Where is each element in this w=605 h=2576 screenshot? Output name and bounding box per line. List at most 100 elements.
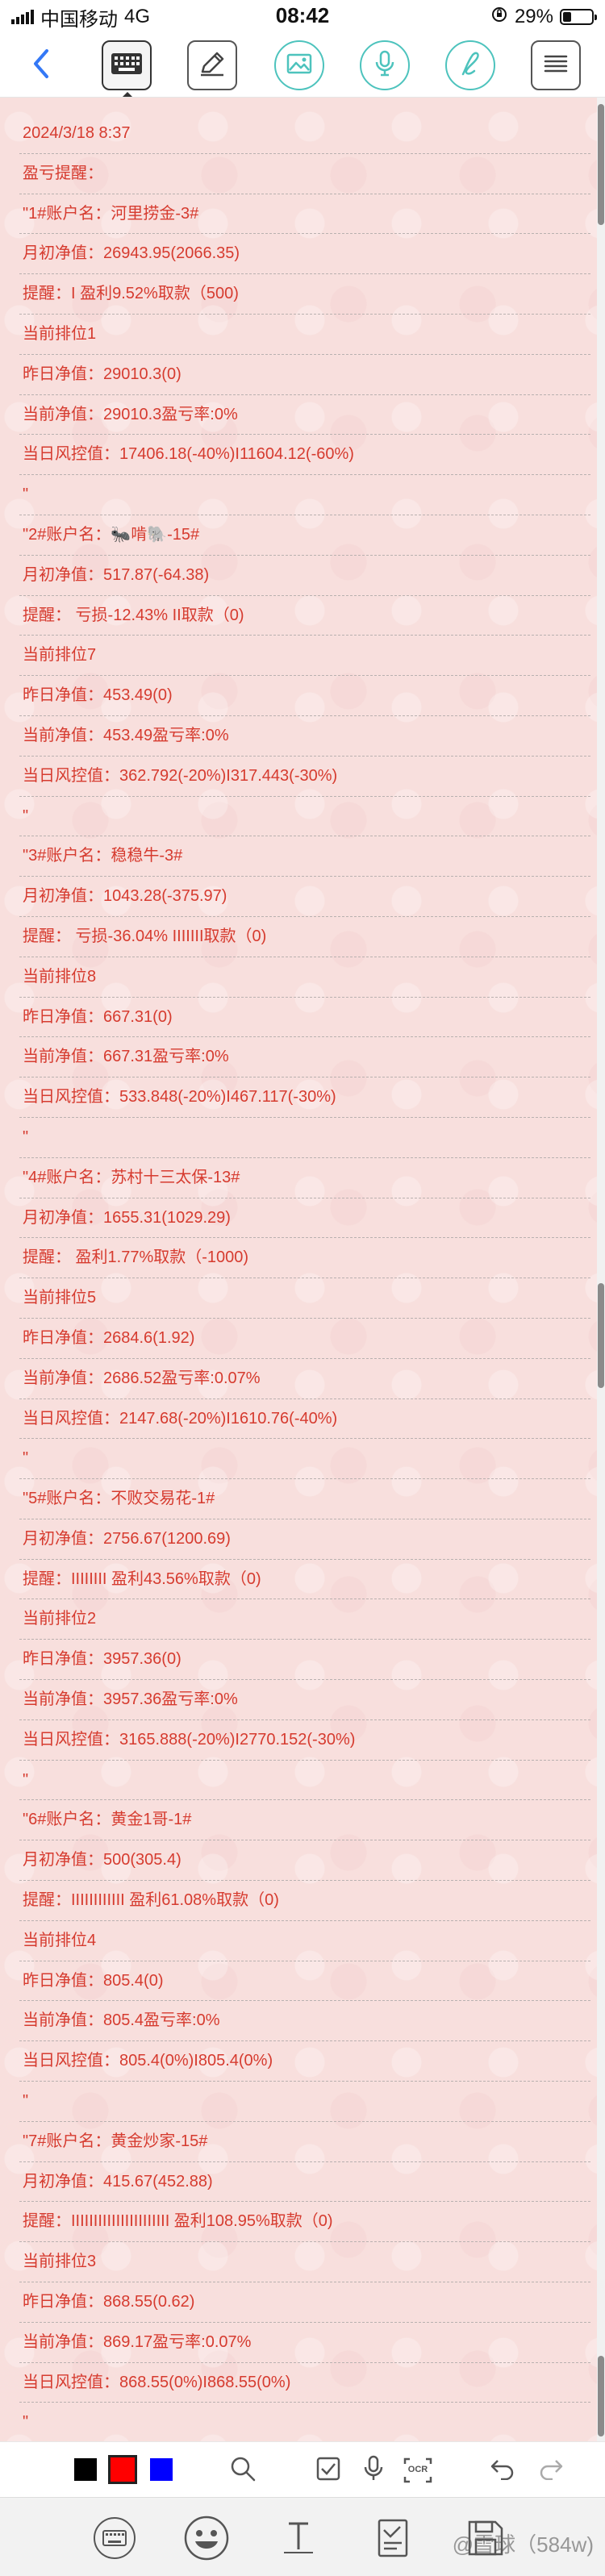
image-icon [286,53,312,78]
note-page[interactable]: 2024/3/18 8:37 盈亏提醒： "1#账户名：河里捞金-3# 月初净值：26… [0,98,597,2444]
text-format-icon [277,2517,319,2563]
status-bar: 中国移动 4G 08:42 29% [0,0,605,34]
note-line: 当前排位8 [19,957,590,998]
note-line: 当前净值：3957.36盈亏率:0% [19,1680,590,1720]
scrollbar-thumb-bottom[interactable] [598,2356,604,2436]
undo-button[interactable] [487,2455,518,2486]
ocr-icon: OCR [403,2457,432,2483]
emoji-icon [184,2516,229,2565]
note-line: 提醒：IIIIIIIIIIIIIIIIIIIIII 盈利108.95%取款（0) [19,2202,590,2243]
back-icon [29,48,53,84]
note-line: 当前排位1 [19,315,590,355]
note-line: 当前净值：29010.3盈亏率:0% [19,395,590,436]
search-icon [229,2455,257,2486]
note-line: 当前净值：805.4盈亏率:0% [19,2001,590,2042]
note-line: 当日风控值：17406.18(-40%)I11604.12(-60%) [19,435,590,476]
note-line: 提醒： 亏损-12.43% II取款（0) [19,596,590,636]
note-line: 月初净值：1043.28(-375.97) [19,877,590,917]
note-line: " [19,1439,590,1480]
color-swatch-red[interactable] [108,2455,137,2484]
scrollbar-thumb-secondary[interactable] [598,1283,604,1388]
note-line: 当前排位7 [19,636,590,677]
battery-percent: 29% [514,6,553,27]
note-line: " [19,1118,590,1158]
color-swatch-black[interactable] [74,2458,97,2481]
status-right: 29% [490,5,597,29]
orientation-lock-icon [490,6,508,29]
note-line: 当日风控值：533.848(-20%)I467.117(-30%) [19,1078,590,1118]
scrollbar-thumb[interactable] [598,104,604,225]
note-line: 当前排位3 [19,2242,590,2283]
color-swatch-blue[interactable] [150,2458,173,2481]
redo-icon [538,2457,564,2484]
note-line: "1#账户名：河里捞金-3# [19,194,590,235]
back-button[interactable] [16,40,66,90]
note-line: 2024/3/18 8:37 [19,114,590,154]
note-line: 昨日净值：29010.3(0) [19,355,590,395]
document-icon [376,2517,415,2563]
note-line: 盈亏提醒： [19,154,590,194]
note-line: 提醒：IIIIIIII 盈利43.56%取款（0) [19,1560,590,1600]
note-line: 当前净值：869.17盈亏率:0.07% [19,2323,590,2363]
note-line: 昨日净值：868.55(0.62) [19,2282,590,2323]
menu-button[interactable] [531,40,581,90]
checkbox-button[interactable] [313,2455,344,2486]
note-line: 当前净值：667.31盈亏率:0% [19,1037,590,1078]
note-line: 当日风控值：3165.888(-20%)I2770.152(-30%) [19,1720,590,1761]
emoji-button[interactable] [182,2516,231,2564]
note-line: 月初净值：517.87(-64.38) [19,556,590,596]
note-line: 昨日净值：805.4(0) [19,1961,590,2002]
keyboard-button[interactable] [90,2516,139,2564]
note-line: 月初净值：500(305.4) [19,1840,590,1882]
note-line: "7#账户名：黄金炒家-15# [19,2122,590,2162]
note-line: " [19,2082,590,2122]
note-line: 当前排位2 [19,1599,590,1640]
handwriting-button[interactable] [445,40,495,90]
pen-mode-button[interactable] [187,40,237,90]
note-text-area[interactable]: 2024/3/18 8:37 盈亏提醒： "1#账户名：河里捞金-3# 月初净值：26… [19,114,590,2444]
redo-button[interactable] [536,2455,566,2486]
note-line: " [19,1761,590,1801]
keyboard-icon [111,52,143,79]
note-line: 当日风控值：805.4(0%)I805.4(0%) [19,2041,590,2082]
note-toolbar [0,34,605,98]
note-line: "6#账户名：黄金1哥-1# [19,1800,590,1841]
microphone-icon [363,2455,384,2486]
note-line: 昨日净值：453.49(0) [19,676,590,716]
note-line: " [19,475,590,515]
voice-button[interactable] [358,2455,389,2486]
note-line: " [19,797,590,837]
note-line: 月初净值：2756.67(1200.69) [19,1519,590,1560]
search-button[interactable] [227,2455,258,2486]
keyboard-mode-button[interactable] [102,40,152,90]
note-line: "2#账户名：🐜啃🐘-15# [19,515,590,556]
note-line: 当日风控值：362.792(-20%)I317.443(-30%) [19,757,590,797]
note-line: "4#账户名：苏村十三太保-13# [19,1158,590,1198]
note-line: 当前排位5 [19,1278,590,1319]
note-line: 提醒： 盈利1.77%取款（-1000) [19,1238,590,1279]
note-line: 昨日净值：3957.36(0) [19,1640,590,1681]
undo-icon [490,2457,515,2484]
ocr-button[interactable]: OCR [402,2455,434,2486]
insert-image-button[interactable] [274,40,324,90]
checkbox-icon [315,2456,341,2486]
text-format-button[interactable] [274,2516,323,2564]
note-line: 提醒：I 盈利9.52%取款（500) [19,274,590,315]
note-line: 月初净值：1655.31(1029.29) [19,1198,590,1239]
scrollbar[interactable] [597,98,605,2441]
voice-input-button[interactable] [360,40,410,90]
note-line: 当日风控值：868.55(0%)I868.55(0%) [19,2363,590,2403]
note-line: 提醒： 亏损-36.04% IIIIIII取款（0) [19,917,590,957]
note-line: 提醒：IIIIIIIIIIII 盈利61.08%取款（0) [19,1881,590,1921]
note-line: 当前净值：2686.52盈亏率:0.07% [19,1359,590,1399]
note-line: 当前排位4 [19,1921,590,1961]
menu-icon [542,52,570,80]
document-button[interactable] [371,2516,419,2564]
note-line: 月初净值：415.67(452.88) [19,2162,590,2203]
note-line: 当日风控值：2147.68(-20%)I1610.76(-40%) [19,1399,590,1440]
note-line: 昨日净值：667.31(0) [19,998,590,1038]
pen-icon [198,49,227,82]
note-line: 昨日净值：2684.6(1.92) [19,1319,590,1359]
note-line: " [19,2403,590,2444]
keyboard-icon [93,2516,136,2564]
